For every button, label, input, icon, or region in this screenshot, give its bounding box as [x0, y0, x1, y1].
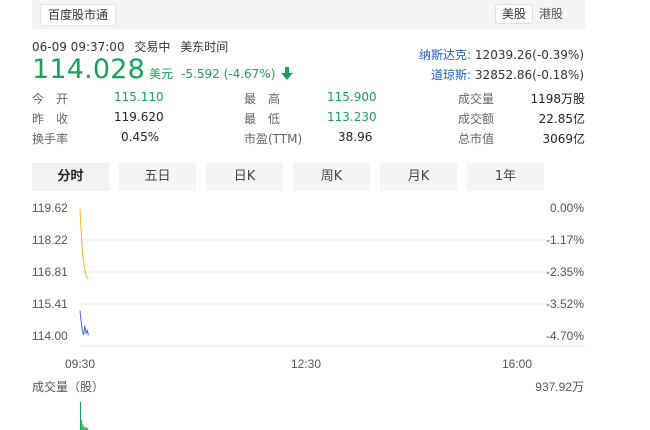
y-tick-label: 116.81: [32, 265, 68, 279]
stat-label: 昨 收: [32, 112, 69, 126]
top-bar: 百度股市通 美股 港股: [32, 0, 585, 29]
x-axis-labels: 09:30 12:30 16:00: [65, 357, 532, 371]
tab-intraday[interactable]: 分时: [32, 163, 109, 191]
range-tabs: 分时 五日 日K 周K 月K 1年: [32, 163, 554, 191]
index-name: 纳斯达克:: [419, 48, 472, 62]
market-hk-button[interactable]: 港股: [539, 4, 563, 24]
tab-monthly-k[interactable]: 月K: [380, 163, 457, 191]
stat-mcap-value: 3069亿: [542, 132, 585, 146]
timezone-label: 美东时间: [180, 40, 229, 54]
x-tick-label: 16:00: [502, 357, 532, 371]
stat-open-value: 115.110: [114, 90, 164, 104]
price-change: -5.592 (-4.67%): [181, 67, 276, 81]
volume-axis-label: 成交量（股）: [32, 379, 104, 394]
chart-grid: [80, 239, 585, 347]
y-tick-label-pct: -1.17%: [546, 233, 584, 247]
quote-datetime: 06-09 09:37:00: [32, 40, 125, 54]
stat-pe-value: 38.96: [338, 130, 373, 144]
volume-bar: [80, 402, 81, 430]
price-row: 114.028 美元 -5.592 (-4.67%): [32, 54, 294, 85]
tab-one-year[interactable]: 1年: [467, 163, 544, 191]
current-price: 114.028: [32, 54, 146, 85]
tab-weekly-k[interactable]: 周K: [293, 163, 370, 191]
stat-low-value: 113.230: [327, 110, 377, 124]
x-tick-label: 09:30: [65, 357, 95, 371]
quote-timestamp-row: 06-09 09:37:00 交易中 美东时间: [32, 38, 234, 55]
index-dow[interactable]: 道琼斯: 32852.86(-0.18%): [419, 65, 584, 85]
stat-high-value: 115.900: [327, 90, 377, 104]
volume-bar: [81, 420, 83, 430]
y-tick-label: 118.22: [32, 233, 68, 247]
stat-label: 总市值: [458, 132, 495, 146]
y-tick-label-pct: -3.52%: [546, 297, 584, 311]
y-tick-label: 114.00: [32, 329, 68, 343]
y-tick-label-pct: -4.70%: [546, 329, 584, 343]
stat-turnover-value: 0.45%: [121, 130, 160, 144]
stat-label: 今 开: [32, 92, 69, 106]
stat-prev-close-value: 119.620: [114, 110, 164, 124]
tab-daily-k[interactable]: 日K: [206, 163, 283, 191]
tab-five-day[interactable]: 五日: [119, 163, 196, 191]
market-us-button[interactable]: 美股: [494, 4, 533, 24]
volume-max-label: 937.92万: [535, 380, 584, 394]
index-value: 12039.26(-0.39%): [474, 48, 584, 62]
stats-grid: 今 开 115.110 最 高 115.900 成交量 1198万股 昨 收 1…: [32, 90, 585, 150]
average-line: [79, 208, 89, 280]
stats-row: 今 开 115.110 最 高 115.900 成交量 1198万股: [32, 90, 585, 110]
down-arrow-icon: [281, 67, 294, 80]
price-line: [79, 310, 89, 336]
currency-label: 美元: [149, 67, 174, 81]
volume-bar: [83, 426, 85, 430]
index-name: 道琼斯:: [431, 68, 472, 82]
y-tick-label: 119.62: [32, 201, 68, 215]
volume-bar: [82, 424, 84, 430]
stat-label: 最 高: [244, 92, 281, 106]
stat-label: 最 低: [244, 112, 281, 126]
stat-amount-value: 22.85亿: [538, 112, 585, 126]
brand-tab[interactable]: 百度股市通: [40, 4, 117, 26]
stat-label: 换手率: [32, 132, 69, 146]
volume-bars: [80, 402, 89, 430]
stat-label: 市盈(TTM): [244, 132, 303, 146]
index-nasdaq[interactable]: 纳斯达克: 12039.26(-0.39%): [419, 45, 584, 65]
trading-status: 交易中: [134, 40, 171, 54]
x-tick-label: 12:30: [291, 357, 321, 371]
market-switch: 美股 港股: [494, 4, 563, 24]
stat-volume-value: 1198万股: [530, 92, 585, 106]
y-tick-label-pct: -2.35%: [546, 265, 584, 279]
stats-row: 换手率 0.45% 市盈(TTM) 38.96 总市值 3069亿: [32, 130, 585, 150]
y-tick-label-pct: 0.00%: [550, 201, 584, 215]
index-panel: 纳斯达克: 12039.26(-0.39%) 道琼斯: 32852.86(-0.…: [419, 45, 584, 85]
stats-row: 昨 收 119.620 最 低 113.230 成交额 22.85亿: [32, 110, 585, 130]
stat-label: 成交额: [458, 112, 495, 126]
stat-label: 成交量: [458, 92, 495, 106]
y-tick-label: 115.41: [32, 297, 68, 311]
intraday-chart[interactable]: 119.62 0.00% 118.22 -1.17% 116.81 -2.35% 115.4…: [0, 190, 650, 430]
index-value: 32852.86(-0.18%): [474, 68, 584, 82]
